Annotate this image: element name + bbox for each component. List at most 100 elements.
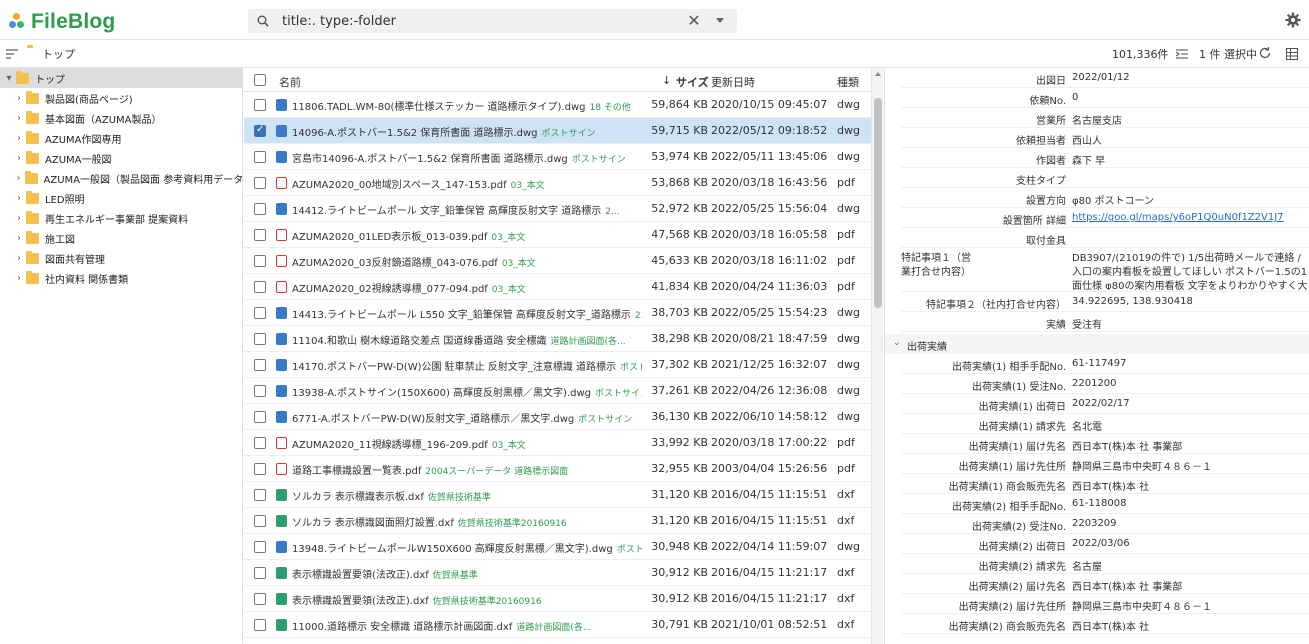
row-checkbox[interactable] [254,619,266,631]
chevron-right-icon[interactable]: › [12,213,26,224]
file-row[interactable]: AZUMA2020_00地域別スペース_147-153.pdf 03_本文 53,8… [244,170,871,196]
file-row[interactable]: 11000.道路標示 安全標識 道路標示計画図面.dxf 道路計画図面(各... 3… [244,612,871,638]
gear-icon[interactable] [1285,12,1301,28]
file-name[interactable]: 11000.道路標示 安全標識 道路標示計画図面.dxf 道路計画図面(各... [292,618,642,633]
tree-item[interactable]: › LED照明 [0,188,242,208]
row-checkbox[interactable] [254,151,266,163]
column-name[interactable]: 名前 [279,74,301,90]
search-options-chevron-icon[interactable] [716,18,724,23]
file-name[interactable]: 13948.ライトビームポールW150X600 高輝度反射黒標／黒文字).dwg… [292,540,642,555]
chevron-down-icon[interactable]: ▾ [2,73,16,84]
file-name[interactable]: 14170.ポストバーPW-D(W)公園 駐車禁止 反射文字_注意標識 道路標示… [292,358,642,373]
file-row[interactable]: 6771-A.ポストバーPW-D(W)反射文字_道路標示／黒文字.dwg ポストサ… [244,404,871,430]
chevron-right-icon[interactable]: › [12,153,26,164]
chevron-down-icon[interactable]: ⌄ [893,338,901,348]
row-checkbox[interactable] [254,333,266,345]
tree-item[interactable]: › 製品図(商品ページ) [0,88,242,108]
column-updated[interactable]: 更新日時 [711,74,755,90]
list-scrollbar[interactable] [871,68,883,644]
file-row[interactable]: 13938-A.ポストサイン(150X600) 高輝度反射黒標／黒文字).dwg… [244,378,871,404]
file-name[interactable]: AZUMA2020_03反射鏡道路標_043-076.pdf 03_本文 [292,254,642,269]
tree-item[interactable]: › AZUMA一般図（製品図面 参考資料用データ） [0,168,242,188]
tree-item[interactable]: › 社内資料 関係書類 [0,268,242,288]
breadcrumb[interactable]: トップ [42,46,75,62]
search-icon[interactable] [257,15,269,27]
select-all-checkbox[interactable] [254,74,266,86]
tree-item[interactable]: › AZUMA一般図 [0,148,242,168]
file-name[interactable]: 道路工事標識設置一覧表.pdf 2004スーパーデータ 道路標示図面 [292,462,642,477]
file-name[interactable]: 宮島市14096-A.ポストバー1.5&2 保育所書面 道路標示.dwg ポストサ… [292,150,642,165]
file-row[interactable]: 表示標識設置要領(法改正).dxf 佐賀県技術基準20160916 30,912 K… [244,586,871,612]
tree-item[interactable]: › 基本図面（AZUMA製品） [0,108,242,128]
file-row[interactable]: 表示標識設置要領(法改正).dxf 佐賀県基準 30,912 KB 2016/04/1… [244,560,871,586]
row-checkbox[interactable] [254,593,266,605]
row-checkbox[interactable] [254,203,266,215]
row-checkbox[interactable] [254,437,266,449]
file-row[interactable]: 14096-A.ポストバー1.5&2 保育所書面 道路標示.dwgポストサイン 5… [244,118,871,144]
row-checkbox[interactable] [254,281,266,293]
file-name[interactable]: ソルカラ 表示標識図面照灯設置.dxf 佐賀県技術基準20160916 [292,514,642,529]
chevron-right-icon[interactable]: › [12,173,25,184]
file-row[interactable]: 11806.TADL.WM-80(標準仕様ステッカー 道路標示タイプ).dwg 1… [244,92,871,118]
file-row[interactable]: AZUMA2020_02視線誘導標_077-094.pdf 03_本文 41,834… [244,274,871,300]
file-name[interactable]: AZUMA2020_01LED表示板_013-039.pdf 03_本文 [292,228,642,243]
list-select-icon[interactable] [1176,48,1188,60]
row-checkbox[interactable] [254,359,266,371]
file-row[interactable]: AZUMA2020_01LED表示板_013-039.pdf 03_本文 47,56… [244,222,871,248]
file-row[interactable]: AZUMA2020_03反射鏡道路標_043-076.pdf 03_本文 45,63… [244,248,871,274]
file-row[interactable]: 14413.ライトビームポール L550 文字_鉛筆保管 高輝度反射文字_道路標… [244,300,871,326]
file-name[interactable]: AZUMA2020_02視線誘導標_077-094.pdf 03_本文 [292,280,642,295]
file-name[interactable]: 14412.ライトビームポール 文字_鉛筆保管 高輝度反射文字 道路標示 2... [292,202,642,217]
row-checkbox[interactable] [254,385,266,397]
file-name[interactable]: 13938-A.ポストサイン(150X600) 高輝度反射黒標／黒文字).dwg… [292,384,642,399]
file-name[interactable]: ソルカラ 表示標識表示板.dxf 佐賀県技術基準 [292,488,642,503]
row-checkbox[interactable] [254,99,266,111]
file-name[interactable]: 表示標識設置要領(法改正).dxf 佐賀県基準 [292,566,642,581]
property-value[interactable]: https://goo.gl/maps/y6oP1Q0uN0f1Z2V1J7 [1072,212,1308,223]
refresh-icon[interactable] [1258,46,1272,60]
row-checkbox[interactable] [254,567,266,579]
column-type[interactable]: 種類 [837,74,859,90]
app-logo[interactable]: FileBlog [9,10,115,34]
row-checkbox[interactable] [254,255,266,267]
chevron-right-icon[interactable]: › [12,113,26,124]
scroll-up-icon[interactable] [875,72,881,76]
file-row[interactable]: AZUMA2020_11視線誘導標_196-209.pdf 03_本文 33,992… [244,430,871,456]
row-checkbox[interactable] [254,541,266,553]
file-row[interactable]: ソルカラ 表示標識図面照灯設置.dxf 佐賀県技術基準20160916 31,120… [244,508,871,534]
file-name[interactable]: 表示標識設置要領(法改正).dxf 佐賀県技術基準20160916 [292,592,642,607]
section-shipping[interactable]: ⌄ 出荷実績 [885,334,1309,354]
row-checkbox[interactable] [254,177,266,189]
row-checkbox[interactable] [254,307,266,319]
sort-menu-icon[interactable] [6,48,18,60]
clear-search-icon[interactable]: ✕ [685,12,703,30]
tree-item[interactable]: › 再生エネルギー事業部 提案資料 [0,208,242,228]
file-name[interactable]: AZUMA2020_11視線誘導標_196-209.pdf 03_本文 [292,436,642,451]
chevron-right-icon[interactable]: › [12,273,26,284]
column-size[interactable]: サイズ [676,74,709,90]
file-row[interactable]: ソルカラ 表示標識表示板.dxf 佐賀県技術基準 31,120 KB 2016/04/… [244,482,871,508]
file-row[interactable]: 道路工事標識設置一覧表.pdf 2004スーパーデータ 道路標示図面 32,955 … [244,456,871,482]
file-name[interactable]: 11806.TADL.WM-80(標準仕様ステッカー 道路標示タイプ).dwg 1… [292,98,642,113]
search-input[interactable] [282,12,662,30]
tree-item[interactable]: › 施工図 [0,228,242,248]
file-name[interactable]: 6771-A.ポストバーPW-D(W)反射文字_道路標示／黒文字.dwg ポストサ… [292,410,642,425]
chevron-right-icon[interactable]: › [12,133,26,144]
row-checkbox[interactable] [254,229,266,241]
row-checkbox[interactable] [254,411,266,423]
file-row[interactable]: 14412.ライトビームポール 文字_鉛筆保管 高輝度反射文字 道路標示 2...… [244,196,871,222]
tree-item[interactable]: › 図面共有管理 [0,248,242,268]
file-name[interactable]: 14096-A.ポストバー1.5&2 保育所書面 道路標示.dwg ポストサイン [292,124,642,139]
search-box[interactable]: ✕ [248,9,737,33]
chevron-right-icon[interactable]: › [12,253,26,264]
sort-down-icon[interactable]: ↓ [662,74,671,87]
view-toggle-icon[interactable] [1286,48,1298,60]
row-checkbox[interactable] [254,463,266,475]
row-checkbox[interactable] [254,515,266,527]
file-row[interactable]: 14170.ポストバーPW-D(W)公園 駐車禁止 反射文字_注意標識 道路標示… [244,352,871,378]
file-row[interactable]: 11104.和歌山 樹木線道路交差点 国道線番道路 安全標識 道路計画図面(各..… [244,326,871,352]
row-checkbox[interactable] [254,489,266,501]
chevron-right-icon[interactable]: › [12,233,26,244]
file-name[interactable]: 14413.ライトビームポール L550 文字_鉛筆保管 高輝度反射文字_道路標… [292,306,642,321]
file-row[interactable]: 宮島市14096-A.ポストバー1.5&2 保育所書面 道路標示.dwg ポストサ… [244,144,871,170]
